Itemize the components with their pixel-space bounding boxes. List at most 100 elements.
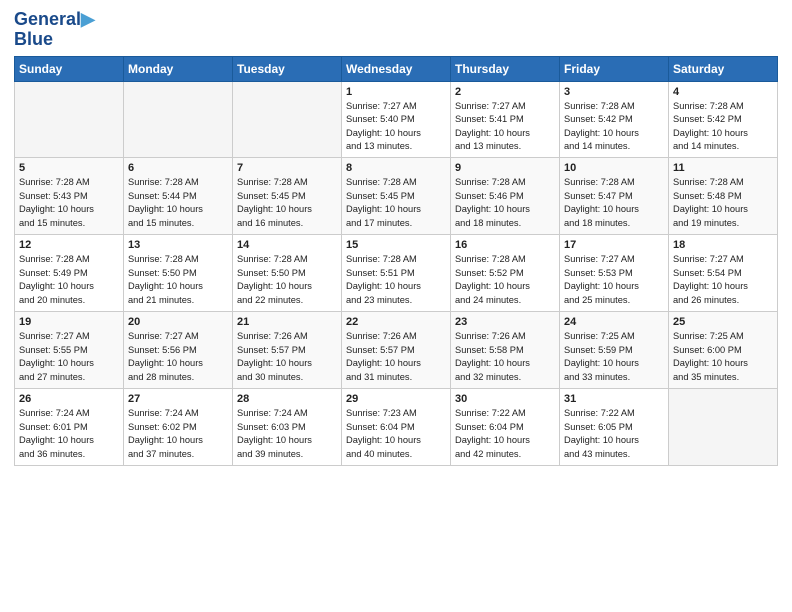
day-info: Sunrise: 7:28 AM Sunset: 5:45 PM Dayligh…	[346, 176, 446, 230]
day-info: Sunrise: 7:27 AM Sunset: 5:56 PM Dayligh…	[128, 330, 228, 384]
day-cell: 23 Sunrise: 7:26 AM Sunset: 5:58 PM Dayli…	[451, 312, 560, 389]
day-info: Sunrise: 7:27 AM Sunset: 5:53 PM Dayligh…	[564, 253, 664, 307]
day-number: 15	[346, 239, 446, 251]
day-cell: 20 Sunrise: 7:27 AM Sunset: 5:56 PM Dayli…	[124, 312, 233, 389]
day-cell: 25 Sunrise: 7:25 AM Sunset: 6:00 PM Dayli…	[669, 312, 778, 389]
day-cell: 8 Sunrise: 7:28 AM Sunset: 5:45 PM Daylig…	[342, 158, 451, 235]
day-number: 13	[128, 239, 228, 251]
day-cell: 3Sunrise: 7:28 AM Sunset: 5:42 PM Daylig…	[560, 81, 669, 158]
day-number: 8	[346, 162, 446, 174]
day-info: Sunrise: 7:23 AM Sunset: 6:04 PM Dayligh…	[346, 407, 446, 461]
day-number: 19	[19, 316, 119, 328]
day-info: Sunrise: 7:28 AM Sunset: 5:50 PM Dayligh…	[237, 253, 337, 307]
day-number: 31	[564, 393, 664, 405]
col-header-saturday: Saturday	[669, 56, 778, 81]
day-number: 23	[455, 316, 555, 328]
page: General▶Blue SundayMondayTuesdayWednesda…	[0, 0, 792, 612]
day-info: Sunrise: 7:26 AM Sunset: 5:58 PM Dayligh…	[455, 330, 555, 384]
day-number: 29	[346, 393, 446, 405]
day-cell	[15, 81, 124, 158]
day-cell	[233, 81, 342, 158]
col-header-sunday: Sunday	[15, 56, 124, 81]
day-number: 26	[19, 393, 119, 405]
day-info: Sunrise: 7:28 AM Sunset: 5:51 PM Dayligh…	[346, 253, 446, 307]
day-info: Sunrise: 7:28 AM Sunset: 5:49 PM Dayligh…	[19, 253, 119, 307]
day-number: 11	[673, 162, 773, 174]
day-info: Sunrise: 7:27 AM Sunset: 5:55 PM Dayligh…	[19, 330, 119, 384]
week-row-2: 12 Sunrise: 7:28 AM Sunset: 5:49 PM Dayli…	[15, 235, 778, 312]
logo-text: General▶Blue	[14, 10, 95, 50]
day-cell: 15 Sunrise: 7:28 AM Sunset: 5:51 PM Dayli…	[342, 235, 451, 312]
day-info: Sunrise: 7:28 AM Sunset: 5:50 PM Dayligh…	[128, 253, 228, 307]
day-number: 21	[237, 316, 337, 328]
day-cell: 28Sunrise: 7:24 AM Sunset: 6:03 PM Dayli…	[233, 389, 342, 466]
day-number: 18	[673, 239, 773, 251]
day-cell: 13 Sunrise: 7:28 AM Sunset: 5:50 PM Dayli…	[124, 235, 233, 312]
day-info: Sunrise: 7:28 AM Sunset: 5:43 PM Dayligh…	[19, 176, 119, 230]
logo: General▶Blue	[14, 10, 95, 50]
day-info: Sunrise: 7:26 AM Sunset: 5:57 PM Dayligh…	[346, 330, 446, 384]
day-info: Sunrise: 7:25 AM Sunset: 5:59 PM Dayligh…	[564, 330, 664, 384]
day-info: Sunrise: 7:22 AM Sunset: 6:04 PM Dayligh…	[455, 407, 555, 461]
day-info: Sunrise: 7:28 AM Sunset: 5:48 PM Dayligh…	[673, 176, 773, 230]
day-number: 6	[128, 162, 228, 174]
day-info: Sunrise: 7:26 AM Sunset: 5:57 PM Dayligh…	[237, 330, 337, 384]
day-cell	[124, 81, 233, 158]
day-cell: 1Sunrise: 7:27 AM Sunset: 5:40 PM Daylig…	[342, 81, 451, 158]
day-cell: 4 Sunrise: 7:28 AM Sunset: 5:42 PM Daylig…	[669, 81, 778, 158]
day-number: 25	[673, 316, 773, 328]
week-row-3: 19 Sunrise: 7:27 AM Sunset: 5:55 PM Dayli…	[15, 312, 778, 389]
week-row-0: 1Sunrise: 7:27 AM Sunset: 5:40 PM Daylig…	[15, 81, 778, 158]
day-info: Sunrise: 7:28 AM Sunset: 5:44 PM Dayligh…	[128, 176, 228, 230]
header: General▶Blue	[14, 10, 778, 50]
day-cell: 14Sunrise: 7:28 AM Sunset: 5:50 PM Dayli…	[233, 235, 342, 312]
day-number: 10	[564, 162, 664, 174]
day-cell	[669, 389, 778, 466]
col-header-wednesday: Wednesday	[342, 56, 451, 81]
col-header-thursday: Thursday	[451, 56, 560, 81]
day-cell: 27Sunrise: 7:24 AM Sunset: 6:02 PM Dayli…	[124, 389, 233, 466]
col-header-tuesday: Tuesday	[233, 56, 342, 81]
day-cell: 24Sunrise: 7:25 AM Sunset: 5:59 PM Dayli…	[560, 312, 669, 389]
day-cell: 17 Sunrise: 7:27 AM Sunset: 5:53 PM Dayli…	[560, 235, 669, 312]
day-info: Sunrise: 7:27 AM Sunset: 5:40 PM Dayligh…	[346, 100, 446, 154]
day-cell: 19 Sunrise: 7:27 AM Sunset: 5:55 PM Dayli…	[15, 312, 124, 389]
day-info: Sunrise: 7:25 AM Sunset: 6:00 PM Dayligh…	[673, 330, 773, 384]
day-number: 12	[19, 239, 119, 251]
day-number: 17	[564, 239, 664, 251]
header-row: SundayMondayTuesdayWednesdayThursdayFrid…	[15, 56, 778, 81]
day-info: Sunrise: 7:28 AM Sunset: 5:47 PM Dayligh…	[564, 176, 664, 230]
day-cell: 11 Sunrise: 7:28 AM Sunset: 5:48 PM Dayli…	[669, 158, 778, 235]
day-number: 16	[455, 239, 555, 251]
day-info: Sunrise: 7:28 AM Sunset: 5:45 PM Dayligh…	[237, 176, 337, 230]
day-cell: 5 Sunrise: 7:28 AM Sunset: 5:43 PM Daylig…	[15, 158, 124, 235]
week-row-1: 5 Sunrise: 7:28 AM Sunset: 5:43 PM Daylig…	[15, 158, 778, 235]
day-number: 30	[455, 393, 555, 405]
day-cell: 26 Sunrise: 7:24 AM Sunset: 6:01 PM Dayli…	[15, 389, 124, 466]
day-number: 4	[673, 86, 773, 98]
day-number: 7	[237, 162, 337, 174]
day-cell: 29 Sunrise: 7:23 AM Sunset: 6:04 PM Dayli…	[342, 389, 451, 466]
day-cell: 18 Sunrise: 7:27 AM Sunset: 5:54 PM Dayli…	[669, 235, 778, 312]
day-number: 22	[346, 316, 446, 328]
day-cell: 6 Sunrise: 7:28 AM Sunset: 5:44 PM Daylig…	[124, 158, 233, 235]
week-row-4: 26 Sunrise: 7:24 AM Sunset: 6:01 PM Dayli…	[15, 389, 778, 466]
day-info: Sunrise: 7:28 AM Sunset: 5:42 PM Dayligh…	[673, 100, 773, 154]
day-info: Sunrise: 7:27 AM Sunset: 5:54 PM Dayligh…	[673, 253, 773, 307]
calendar: SundayMondayTuesdayWednesdayThursdayFrid…	[14, 56, 778, 466]
day-number: 20	[128, 316, 228, 328]
day-number: 27	[128, 393, 228, 405]
day-cell: 31Sunrise: 7:22 AM Sunset: 6:05 PM Dayli…	[560, 389, 669, 466]
day-info: Sunrise: 7:28 AM Sunset: 5:52 PM Dayligh…	[455, 253, 555, 307]
day-number: 9	[455, 162, 555, 174]
day-number: 5	[19, 162, 119, 174]
day-info: Sunrise: 7:28 AM Sunset: 5:42 PM Dayligh…	[564, 100, 664, 154]
day-info: Sunrise: 7:24 AM Sunset: 6:01 PM Dayligh…	[19, 407, 119, 461]
day-cell: 12 Sunrise: 7:28 AM Sunset: 5:49 PM Dayli…	[15, 235, 124, 312]
day-info: Sunrise: 7:28 AM Sunset: 5:46 PM Dayligh…	[455, 176, 555, 230]
day-cell: 9 Sunrise: 7:28 AM Sunset: 5:46 PM Daylig…	[451, 158, 560, 235]
day-cell: 16 Sunrise: 7:28 AM Sunset: 5:52 PM Dayli…	[451, 235, 560, 312]
day-cell: 2Sunrise: 7:27 AM Sunset: 5:41 PM Daylig…	[451, 81, 560, 158]
day-cell: 22 Sunrise: 7:26 AM Sunset: 5:57 PM Dayli…	[342, 312, 451, 389]
day-info: Sunrise: 7:24 AM Sunset: 6:03 PM Dayligh…	[237, 407, 337, 461]
